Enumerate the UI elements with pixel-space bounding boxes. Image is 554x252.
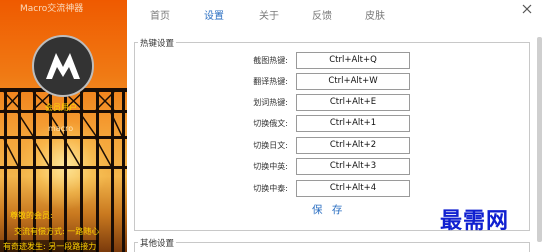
hotkey-label: 切换中泰: <box>253 184 288 193</box>
tab-feedback[interactable]: 反馈 <box>312 7 332 22</box>
other-settings-group <box>134 242 530 252</box>
hotkey-label: 划词热键: <box>253 98 288 107</box>
hotkey-row-chinese-thai: 切换中泰: Ctrl+Alt+4 <box>0 180 554 197</box>
hotkey-row-chinese-english: 切换中英: Ctrl+Alt+3 <box>0 158 554 175</box>
hotkey-input-chinese-english[interactable]: Ctrl+Alt+3 <box>296 158 410 175</box>
app-title: Macro交流神器 <box>20 4 84 14</box>
hotkey-group-title: 热键设置 <box>138 37 177 49</box>
tab-about[interactable]: 关于 <box>259 7 279 22</box>
hotkey-input-japanese[interactable]: Ctrl+Alt+2 <box>296 137 410 154</box>
tab-settings[interactable]: 设置 <box>204 7 224 22</box>
other-group-title: 其他设置 <box>138 237 177 249</box>
hotkey-row-screenshot: 截图热键: Ctrl+Alt+Q <box>0 52 554 69</box>
hotkey-label: 切换日文: <box>253 141 288 150</box>
tab-home[interactable]: 首页 <box>150 7 170 22</box>
hotkey-input-screenshot[interactable]: Ctrl+Alt+Q <box>296 52 410 69</box>
site-watermark: 最需网 <box>440 208 510 234</box>
hotkey-input-translate[interactable]: Ctrl+Alt+W <box>296 73 410 90</box>
tab-skin[interactable]: 皮肤 <box>365 7 385 22</box>
hotkey-row-translate: 翻译热键: Ctrl+Alt+W <box>0 73 554 90</box>
close-icon[interactable] <box>521 3 533 15</box>
hotkey-label: 翻译热键: <box>253 77 288 86</box>
hotkey-input-word-select[interactable]: Ctrl+Alt+E <box>296 94 410 111</box>
hotkey-input-chinese-thai[interactable]: Ctrl+Alt+4 <box>296 180 410 197</box>
hotkey-row-japanese: 切换日文: Ctrl+Alt+2 <box>0 137 554 154</box>
hotkey-input-russian[interactable]: Ctrl+Alt+1 <box>296 115 410 132</box>
contact-text: 交流有偿方式: 一路随心 <box>14 227 100 236</box>
hotkey-row-russian: 切换俄文: Ctrl+Alt+1 <box>0 115 554 132</box>
save-button[interactable]: 保 存 <box>312 202 345 217</box>
hotkey-label: 切换俄文: <box>253 119 288 128</box>
hotkey-label: 切换中英: <box>253 162 288 171</box>
hotkey-row-word-select: 划词热键: Ctrl+Alt+E <box>0 94 554 111</box>
top-nav <box>127 0 554 30</box>
hotkey-label: 截图热键: <box>253 56 288 65</box>
notice-title: 尊敬的会员: <box>10 211 53 220</box>
rights-text: 有奇迹发生: 另一段路接力 <box>0 240 99 252</box>
scrollbar-thumb[interactable] <box>537 37 542 242</box>
